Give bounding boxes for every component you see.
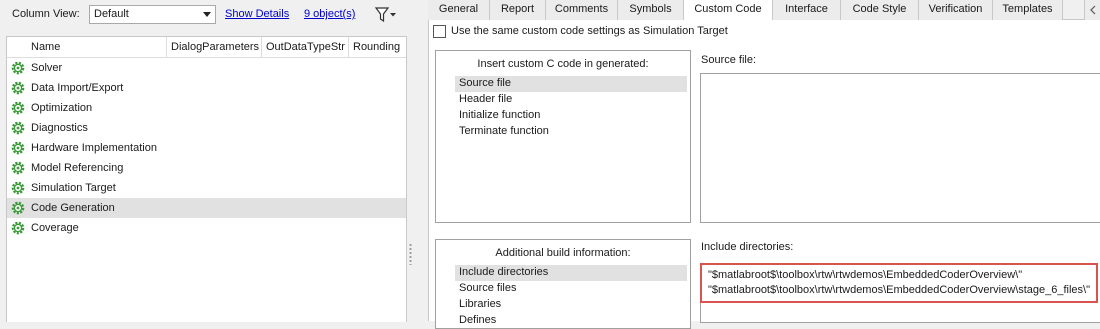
gear-icon [11, 121, 25, 135]
build-info-group: Additional build information: Include di… [435, 239, 691, 329]
gear-icon [11, 161, 25, 175]
model-explorer-pane: Column View: Default Show Details 9 obje… [0, 0, 412, 322]
include-directories-textarea[interactable]: "$matlabroot$\toolbox\rtw\rtwdemos\Embed… [700, 263, 1098, 303]
column-divider [166, 37, 167, 57]
show-details-link[interactable]: Show Details [225, 8, 289, 20]
include-directories-label: Include directories: [701, 241, 794, 253]
tree-item-solver[interactable]: Solver [7, 58, 406, 78]
tab-templates[interactable]: Templates [993, 0, 1063, 21]
tree-item-diagnostics[interactable]: Diagnostics [7, 118, 406, 138]
column-view-dropdown[interactable]: Default [89, 5, 216, 24]
list-item-include-directories[interactable]: Include directories [455, 265, 687, 281]
column-divider [261, 37, 262, 57]
tree-item-label: Code Generation [31, 202, 115, 214]
objects-count-link[interactable]: 9 object(s) [304, 8, 355, 20]
tab-general[interactable]: General [428, 0, 490, 21]
source-file-label: Source file: [701, 54, 757, 66]
custom-code-panel: Use the same custom code settings as Sim… [428, 20, 1100, 329]
column-divider [348, 37, 349, 57]
gear-icon [11, 61, 25, 75]
tab-symbols[interactable]: Symbols [618, 0, 684, 21]
tree-item-label: Diagnostics [31, 122, 88, 134]
tree-header: Name DialogParameters OutDataTypeStr Rou… [7, 37, 406, 58]
column-header-dialog-parameters[interactable]: DialogParameters [171, 41, 259, 53]
tree-item-label: Solver [31, 62, 63, 74]
tab-report[interactable]: Report [490, 0, 546, 21]
gear-icon [11, 101, 25, 115]
pane-splitter[interactable] [409, 0, 412, 321]
list-item-defines[interactable]: Defines [455, 313, 687, 329]
tab-custom-code[interactable]: Custom Code [684, 0, 773, 21]
filter-icon [374, 7, 396, 23]
tree-item-coverage[interactable]: Coverage [7, 218, 406, 238]
column-view-value: Default [94, 8, 129, 20]
tree-item-label: Hardware Implementation [31, 142, 157, 154]
source-file-textarea[interactable] [700, 73, 1100, 223]
list-item-header-file[interactable]: Header file [455, 92, 687, 108]
tab-comments[interactable]: Comments [546, 0, 618, 21]
tab-interface[interactable]: Interface [773, 0, 841, 21]
list-item-source-files[interactable]: Source files [455, 281, 687, 297]
filter-button[interactable] [373, 6, 397, 24]
column-header-out-data-type[interactable]: OutDataTypeStr [266, 41, 345, 53]
insert-code-group-title: Insert custom C code in generated: [477, 58, 649, 70]
tree-item-data-import-export[interactable]: Data Import/Export [7, 78, 406, 98]
tree-item-label: Data Import/Export [31, 82, 124, 94]
use-same-settings-checkbox[interactable] [433, 25, 446, 38]
tree-item-code-generation[interactable]: Code Generation [7, 198, 406, 218]
tab-code-style[interactable]: Code Style [841, 0, 919, 21]
column-header-rounding[interactable]: Rounding [353, 41, 400, 53]
include-directory-line: "$matlabroot$\toolbox\rtw\rtwdemos\Embed… [708, 269, 1023, 281]
hierarchy-tree[interactable]: Name DialogParameters OutDataTypeStr Rou… [6, 36, 407, 322]
chevron-left-icon [1090, 5, 1096, 15]
column-view-label: Column View: [12, 8, 80, 20]
gear-icon [11, 201, 25, 215]
tree-item-label: Simulation Target [31, 182, 116, 194]
gear-icon [11, 221, 25, 235]
configuration-pane: General Report Comments Symbols Custom Code I… [428, 0, 1100, 329]
splitter-grip-icon[interactable] [409, 243, 412, 265]
tree-item-label: Coverage [31, 222, 79, 234]
tab-verification[interactable]: Verification [919, 0, 993, 21]
tree-item-optimization[interactable]: Optimization [7, 98, 406, 118]
column-header-name[interactable]: Name [31, 41, 60, 53]
use-same-settings-label: Use the same custom code settings as Sim… [451, 25, 728, 37]
gear-icon [11, 181, 25, 195]
dropdown-arrow-icon [203, 12, 211, 17]
tree-item-label: Optimization [31, 102, 93, 114]
list-item-terminate-function[interactable]: Terminate function [455, 124, 687, 140]
include-directories-textarea-continuation[interactable] [700, 303, 1100, 323]
include-directory-line: "$matlabroot$\toolbox\rtw\rtwdemos\Embed… [708, 284, 1090, 296]
list-item-source-file[interactable]: Source file [455, 76, 687, 92]
tab-scroll-left-button[interactable] [1084, 0, 1100, 20]
gear-icon [11, 141, 25, 155]
list-item-initialize-function[interactable]: Initialize function [455, 108, 687, 124]
build-info-group-title: Additional build information: [495, 247, 631, 259]
tree-item-simulation-target[interactable]: Simulation Target [7, 178, 406, 198]
tree-item-label: Model Referencing [31, 162, 124, 174]
tree-item-model-referencing[interactable]: Model Referencing [7, 158, 406, 178]
tab-bar: General Report Comments Symbols Custom Code I… [428, 0, 1100, 21]
gear-icon [11, 81, 25, 95]
list-item-libraries[interactable]: Libraries [455, 297, 687, 313]
tree-item-hardware-implementation[interactable]: Hardware Implementation [7, 138, 406, 158]
insert-code-group: Insert custom C code in generated: Sourc… [435, 50, 691, 223]
